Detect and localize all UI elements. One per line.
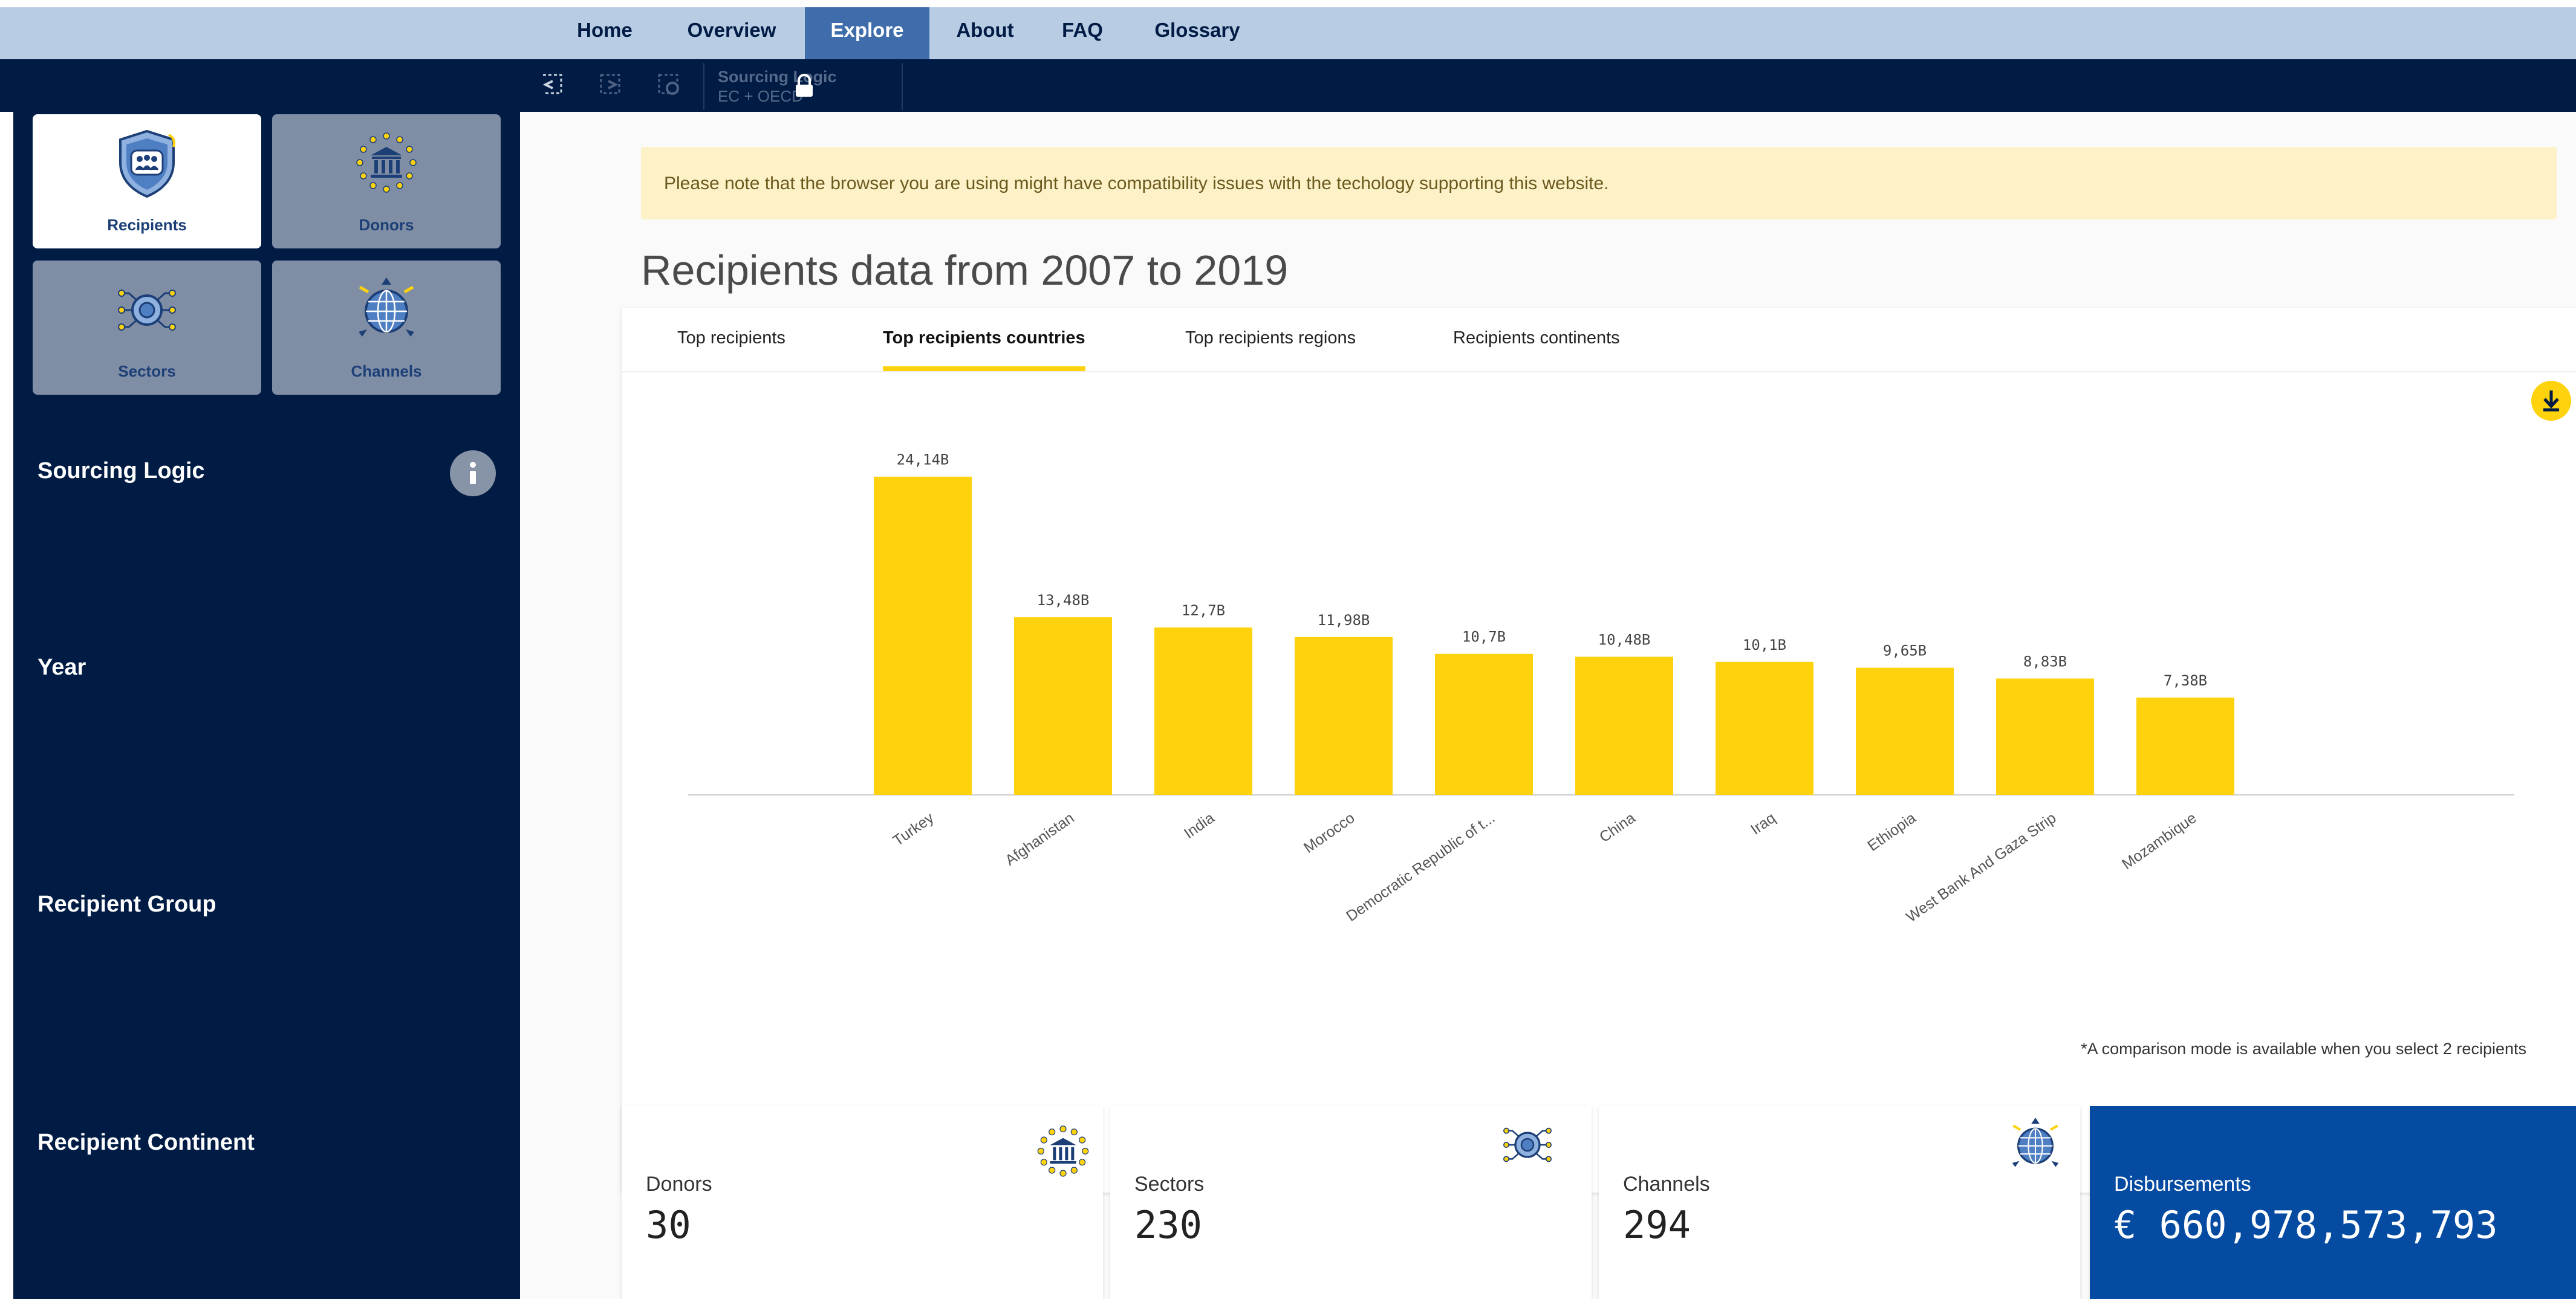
tile-label: Recipients xyxy=(107,216,187,234)
stat-label: Sectors xyxy=(1134,1173,1205,1196)
clear-selections-icon xyxy=(658,74,679,95)
filter-recipient-group[interactable]: Recipient Group xyxy=(37,892,216,918)
bar-chart: 24,14B Turkey 13,48B Afghanistan 12,7B India 1… xyxy=(688,452,2514,925)
nav-glossary[interactable]: Glossary xyxy=(1143,7,1252,59)
filter-year[interactable]: Year xyxy=(37,655,86,681)
stat-card-channels[interactable]: Channels 294 xyxy=(1599,1106,2080,1299)
filter-recipient-continent[interactable]: Recipient Continent xyxy=(37,1130,255,1156)
donors-bank-icon xyxy=(356,132,417,193)
info-icon[interactable] xyxy=(450,450,496,496)
nav-faq[interactable]: FAQ xyxy=(1052,7,1113,59)
bar-5[interactable] xyxy=(1575,656,1673,795)
recipients-shield-icon xyxy=(119,129,175,198)
stat-label: Channels xyxy=(1623,1173,1710,1196)
category-label-0[interactable]: Turkey xyxy=(890,809,937,850)
nav-about[interactable]: About xyxy=(949,7,1021,59)
bar-4[interactable] xyxy=(1435,653,1533,795)
data-label-6: 10,1B xyxy=(1743,637,1786,653)
category-label-9[interactable]: Mozambique xyxy=(2119,809,2199,873)
category-label-3[interactable]: Morocco xyxy=(1301,809,1358,857)
clear-selections-button[interactable] xyxy=(651,69,687,100)
bar-0[interactable] xyxy=(874,476,972,795)
lock-icon xyxy=(796,74,813,97)
data-label-4: 10,7B xyxy=(1462,629,1506,646)
stat-card-donors[interactable]: Donors 30 xyxy=(622,1106,1103,1299)
tile-sectors[interactable]: Sectors xyxy=(33,261,261,395)
comparison-footnote: *A comparison mode is available when you… xyxy=(2081,1040,2526,1058)
sourcing-logic-title: Sourcing Logic xyxy=(718,68,837,86)
bar-8[interactable] xyxy=(1996,678,2094,795)
category-label-6[interactable]: Iraq xyxy=(1748,809,1778,838)
bar-7[interactable] xyxy=(1856,667,1954,795)
step-forward-icon xyxy=(600,74,620,94)
browser-compatibility-alert: Please note that the browser you are usi… xyxy=(641,147,2557,219)
category-label-8[interactable]: West Bank And Gaza Strip xyxy=(1903,809,2059,925)
stat-value: € 660,978,573,793 xyxy=(2114,1203,2498,1247)
stat-card-sectors[interactable]: Sectors 230 xyxy=(1110,1106,1592,1299)
alert-text: Please note that the browser you are usi… xyxy=(664,173,1609,193)
sectors-network-icon xyxy=(1503,1127,1552,1162)
data-label-1: 13,48B xyxy=(1037,592,1090,609)
stat-card-disbursements[interactable]: Disbursements € 660,978,573,793 xyxy=(2090,1106,2576,1299)
bar-2[interactable] xyxy=(1154,627,1252,795)
data-label-9: 7,38B xyxy=(2164,672,2207,689)
bar-9[interactable] xyxy=(2136,698,2234,795)
category-label-4[interactable]: Democratic Republic of t... xyxy=(1343,809,1498,925)
category-label-2[interactable]: India xyxy=(1181,809,1218,842)
filter-sourcing-logic[interactable]: Sourcing Logic xyxy=(37,458,205,484)
data-label-8: 8,83B xyxy=(2023,653,2067,670)
stat-label: Disbursements xyxy=(2114,1173,2251,1196)
chart-card: Top recipients Top recipients countries … xyxy=(622,308,2576,1193)
nav-home[interactable]: Home xyxy=(574,7,635,59)
main-content: Please note that the browser you are usi… xyxy=(520,112,2576,1299)
nav-explore[interactable]: Explore xyxy=(805,7,929,59)
data-label-0: 24,14B xyxy=(897,452,949,468)
bar-6[interactable] xyxy=(1716,661,1813,795)
step-back-button[interactable] xyxy=(535,69,571,100)
top-navigation: Home Overview Explore About FAQ Glossary xyxy=(0,0,2576,59)
data-label-7: 9,65B xyxy=(1883,643,1927,659)
selection-toolbar: Sourcing Logic EC + OECD xyxy=(0,59,2576,112)
stat-value: 30 xyxy=(646,1203,691,1247)
data-label-2: 12,7B xyxy=(1182,602,1225,619)
step-forward-button[interactable] xyxy=(593,69,629,100)
sourcing-logic-selection[interactable]: Sourcing Logic EC + OECD xyxy=(703,63,903,110)
category-label-1[interactable]: Afghanistan xyxy=(1002,809,1077,869)
stat-value: 294 xyxy=(1623,1203,1691,1247)
tile-label: Donors xyxy=(359,216,414,234)
channels-globe-icon xyxy=(359,277,414,337)
donors-bank-icon xyxy=(1037,1126,1089,1177)
bar-1[interactable] xyxy=(1014,617,1112,795)
sourcing-logic-value: EC + OECD xyxy=(718,87,803,105)
data-label-3: 11,98B xyxy=(1318,612,1370,629)
data-label-5: 10,48B xyxy=(1598,632,1651,649)
tile-donors[interactable]: Donors xyxy=(272,114,501,248)
step-back-icon xyxy=(542,74,562,94)
sectors-network-icon xyxy=(118,290,176,331)
stat-value: 230 xyxy=(1134,1203,1202,1247)
category-label-5[interactable]: China xyxy=(1596,809,1639,846)
bar-3[interactable] xyxy=(1295,637,1393,795)
nav-overview[interactable]: Overview xyxy=(671,7,792,59)
sidebar: Recipients Donors Sectors Channels Sourc… xyxy=(13,112,520,1299)
channels-globe-icon xyxy=(2012,1118,2059,1167)
page-title: Recipients data from 2007 to 2019 xyxy=(641,247,1289,294)
tile-label: Sectors xyxy=(118,362,176,380)
tile-recipients[interactable]: Recipients xyxy=(33,114,261,248)
tile-label: Channels xyxy=(351,362,422,380)
tile-channels[interactable]: Channels xyxy=(272,261,501,395)
stat-label: Donors xyxy=(646,1173,712,1196)
category-label-7[interactable]: Ethiopia xyxy=(1864,809,1919,855)
